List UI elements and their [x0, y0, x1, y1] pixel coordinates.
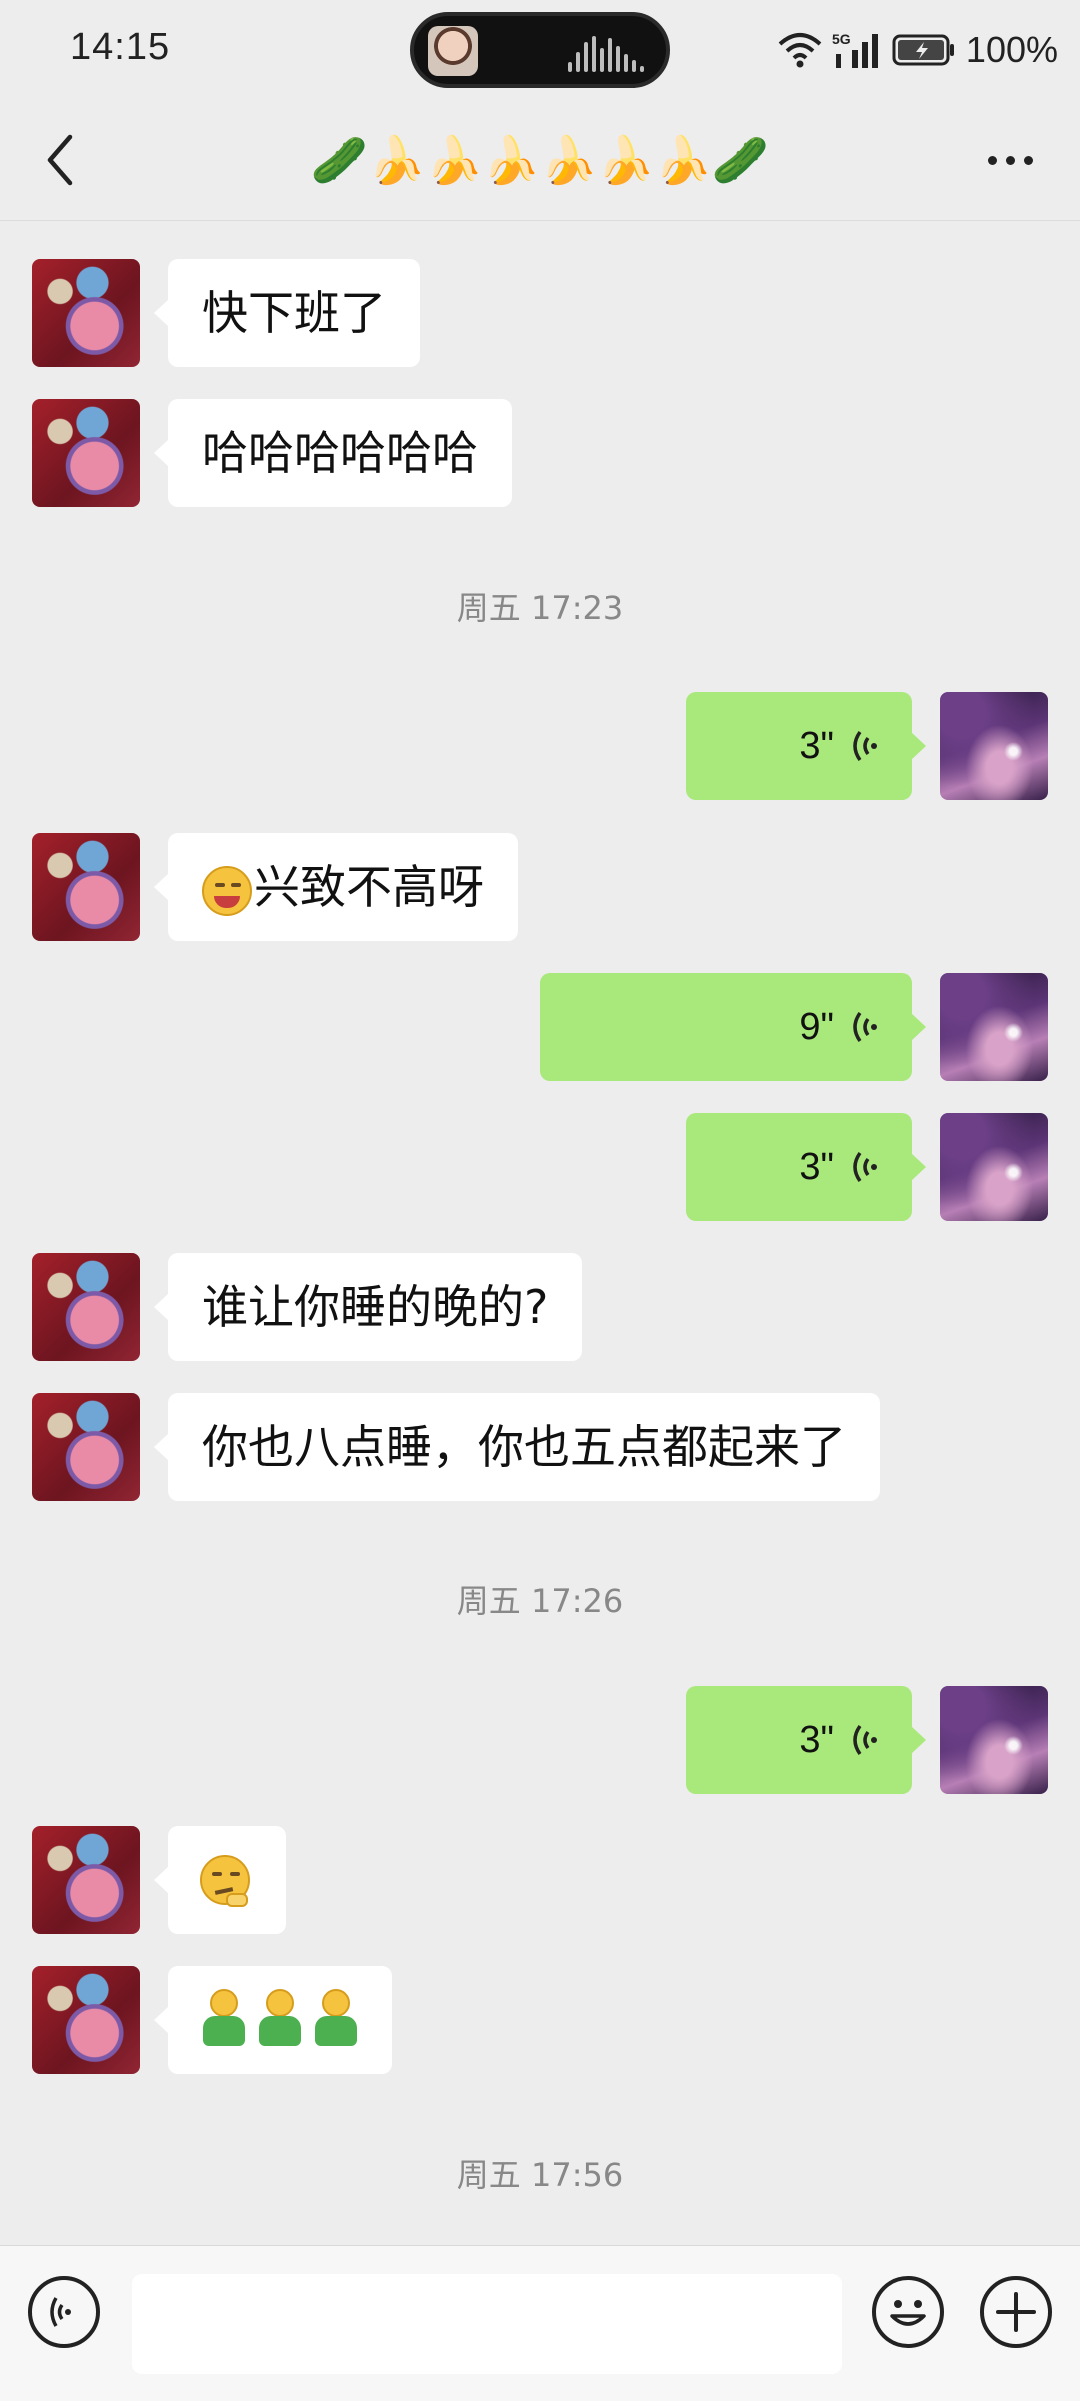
more-dot-icon — [1005, 155, 1015, 165]
message-text: 快下班了 — [202, 286, 386, 340]
wifi-icon — [778, 33, 822, 68]
my-avatar[interactable] — [940, 973, 1048, 1081]
network-type-label: 5G — [832, 31, 851, 47]
caller-avatar — [428, 26, 478, 76]
thinking-face-icon — [200, 1855, 250, 1907]
timestamp: 周五 17:26 — [456, 1582, 624, 1620]
message-row-outgoing: 3" — [686, 1686, 1048, 1794]
message-row-incoming: 哈哈哈哈哈哈 — [32, 399, 512, 507]
text-bubble[interactable]: 哈哈哈哈哈哈 — [154, 399, 512, 507]
message-text: 谁让你睡的晚的? — [202, 1280, 549, 1334]
message-row-outgoing: 9" — [540, 973, 1048, 1081]
my-avatar[interactable] — [940, 1113, 1048, 1221]
message-row-outgoing: 3" — [686, 1113, 1048, 1221]
message-list[interactable]: 快下班了 哈哈哈哈哈哈 周五 17:23 3" 兴致不高呀 9" 3" 谁让你睡… — [0, 221, 1080, 2245]
voice-wave-icon — [853, 1151, 877, 1183]
dynamic-island-call-indicator[interactable] — [410, 12, 670, 88]
green-figure-icon — [254, 1989, 306, 2051]
voice-message-bubble[interactable]: 3" — [686, 1113, 926, 1221]
green-figure-icon — [310, 1989, 362, 2051]
timestamp: 周五 17:56 — [456, 2156, 624, 2194]
battery-percentage: 100% — [965, 29, 1058, 70]
my-avatar[interactable] — [940, 1686, 1048, 1794]
voice-message-bubble[interactable]: 9" — [540, 973, 926, 1081]
voice-duration: 9" — [799, 1006, 834, 1048]
friend-avatar[interactable] — [32, 1826, 140, 1934]
message-text: 哈哈哈哈哈哈 — [202, 426, 478, 480]
message-input[interactable] — [132, 2274, 842, 2374]
voice-message-bubble[interactable]: 3" — [686, 1686, 926, 1794]
shy-face-icon — [202, 865, 252, 916]
voice-wave-icon — [853, 730, 877, 762]
more-functions-button[interactable] — [980, 2276, 1052, 2348]
voice-duration: 3" — [799, 1146, 834, 1188]
text-bubble[interactable]: 兴致不高呀 — [154, 833, 518, 941]
status-bar: 14:15 5G 100% — [0, 0, 1080, 100]
message-text: 你也八点睡，你也五点都起来了 — [202, 1420, 846, 1474]
battery-icon — [892, 34, 954, 66]
voice-duration: 3" — [799, 1719, 834, 1761]
status-time: 14:15 — [70, 26, 171, 68]
text-bubble[interactable]: 你也八点睡，你也五点都起来了 — [154, 1393, 880, 1501]
emoji-bubble[interactable] — [154, 1966, 392, 2074]
message-row-incoming: 你也八点睡，你也五点都起来了 — [32, 1393, 880, 1501]
more-options-button[interactable] — [970, 120, 1050, 200]
text-bubble[interactable]: 快下班了 — [154, 259, 420, 367]
voice-wave-icon — [853, 1724, 877, 1756]
voice-input-icon — [50, 2297, 71, 2327]
chat-header: 🥒🍌🍌🍌🍌🍌🍌🥒 — [0, 100, 1080, 221]
more-dot-icon — [1023, 155, 1033, 165]
chat-title: 🥒🍌🍌🍌🍌🍌🍌🥒 — [310, 133, 770, 187]
timestamp: 周五 17:23 — [456, 589, 624, 627]
friend-avatar[interactable] — [32, 1393, 140, 1501]
emoji-button[interactable] — [872, 2276, 944, 2348]
back-button[interactable] — [30, 120, 110, 200]
text-bubble[interactable]: 谁让你睡的晚的? — [153, 1253, 583, 1361]
smiley-icon — [890, 2300, 926, 2326]
message-row-incoming — [32, 1826, 286, 1934]
voice-input-button[interactable] — [28, 2276, 100, 2348]
friend-avatar[interactable] — [32, 259, 140, 367]
voice-wave-icon — [853, 1011, 877, 1043]
message-row-outgoing: 3" — [686, 692, 1048, 800]
friend-avatar[interactable] — [32, 399, 140, 507]
green-figure-icon — [198, 1989, 250, 2051]
friend-avatar[interactable] — [32, 1253, 140, 1361]
friend-avatar[interactable] — [32, 1966, 140, 2074]
signal-icon: 5G — [832, 31, 878, 68]
message-text: 兴致不高呀 — [254, 860, 484, 914]
message-row-incoming: 兴致不高呀 — [32, 833, 518, 941]
my-avatar[interactable] — [940, 692, 1048, 800]
friend-avatar[interactable] — [32, 833, 140, 941]
chevron-left-icon — [47, 134, 73, 186]
message-row-incoming: 快下班了 — [32, 259, 420, 367]
message-row-incoming — [32, 1966, 392, 2074]
more-dot-icon — [987, 155, 997, 165]
emoji-bubble[interactable] — [154, 1826, 286, 1934]
input-bar — [0, 2245, 1080, 2401]
status-indicators: 5G 100% — [778, 22, 1058, 78]
plus-icon — [996, 2292, 1036, 2332]
audio-wave-icon — [568, 36, 646, 72]
voice-duration: 3" — [799, 725, 834, 767]
voice-message-bubble[interactable]: 3" — [686, 692, 926, 800]
message-row-incoming: 谁让你睡的晚的? — [32, 1253, 583, 1361]
